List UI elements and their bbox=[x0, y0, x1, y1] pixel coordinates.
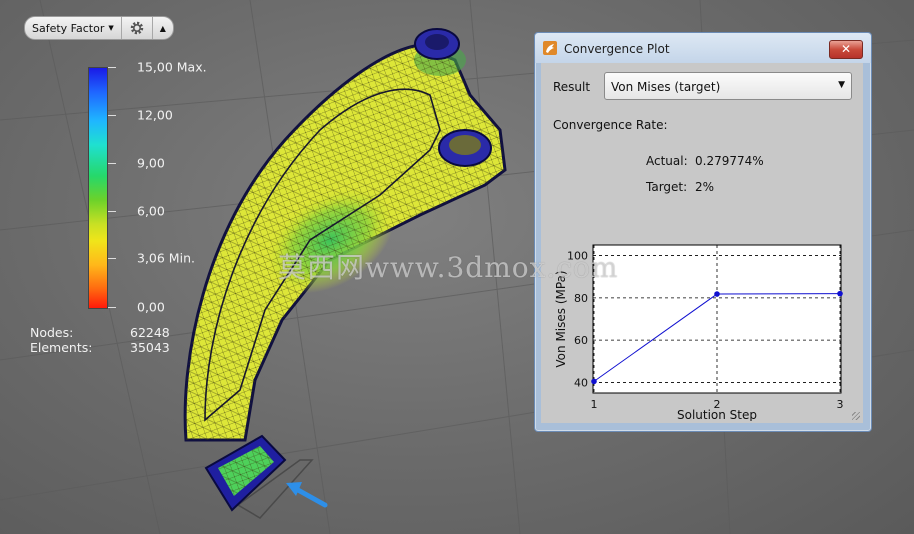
legend-tick bbox=[108, 67, 116, 68]
legend-value-label: 6,00 bbox=[137, 203, 165, 219]
dropdown-arrow-icon: ▼ bbox=[108, 24, 114, 32]
x-tick-label: 3 bbox=[837, 398, 844, 411]
target-value: 2% bbox=[695, 180, 715, 194]
result-type-label: Safety Factor bbox=[32, 21, 105, 35]
y-tick-label: 60 bbox=[574, 334, 588, 347]
data-point bbox=[714, 291, 720, 297]
dialog-title: Convergence Plot bbox=[564, 42, 670, 56]
y-tick-label: 80 bbox=[574, 292, 588, 305]
target-label: Target: bbox=[646, 180, 688, 194]
x-tick-label: 1 bbox=[591, 398, 598, 411]
dialog-content: Result Von Mises (target) ▼ Convergence … bbox=[541, 63, 863, 423]
data-point bbox=[837, 290, 843, 297]
legend-value-label: 0,00 bbox=[137, 299, 165, 315]
x-axis-label: Solution Step bbox=[677, 408, 757, 421]
nodes-value: 62248 bbox=[130, 325, 170, 340]
actual-label: Actual: bbox=[646, 154, 688, 168]
collapse-button[interactable]: ▲ bbox=[153, 17, 173, 39]
color-legend-bar bbox=[88, 67, 108, 309]
result-select[interactable]: Von Mises (target) ▼ bbox=[604, 72, 852, 100]
result-select-value: Von Mises (target) bbox=[611, 80, 721, 94]
triangle-up-icon: ▲ bbox=[159, 23, 166, 33]
load-arrow[interactable] bbox=[286, 482, 328, 508]
dialog-titlebar[interactable]: Convergence Plot ✕ bbox=[535, 33, 871, 63]
result-type-dropdown[interactable]: Safety Factor ▼ bbox=[25, 17, 122, 39]
convergence-plot-dialog[interactable]: Convergence Plot ✕ Result Von Mises (tar… bbox=[534, 32, 872, 432]
result-toolbar: Safety Factor ▼ ▲ bbox=[24, 16, 174, 40]
legend-tick bbox=[108, 163, 116, 164]
result-label: Result bbox=[553, 80, 591, 94]
convergence-rate-label: Convergence Rate: bbox=[553, 118, 668, 132]
elements-value: 35043 bbox=[130, 340, 170, 355]
legend-tick bbox=[108, 211, 116, 212]
legend-tick bbox=[108, 115, 116, 116]
y-tick-label: 40 bbox=[574, 376, 588, 389]
mesh-stats: Nodes: 62248 Elements: 35043 bbox=[30, 325, 170, 355]
legend-value-label: 9,00 bbox=[137, 155, 165, 171]
legend-tick bbox=[108, 307, 116, 308]
legend-tick bbox=[108, 258, 116, 259]
data-point bbox=[591, 378, 597, 385]
watermark-text: 莫西网www.3dmox.com bbox=[278, 251, 619, 284]
chevron-down-icon: ▼ bbox=[838, 80, 845, 90]
app-icon bbox=[543, 41, 557, 55]
legend-value-label: 15,00 Max. bbox=[137, 59, 207, 75]
close-button[interactable]: ✕ bbox=[829, 40, 863, 59]
resize-grip[interactable] bbox=[852, 412, 860, 420]
elements-label: Elements: bbox=[30, 340, 93, 355]
actual-value: 0.279774% bbox=[695, 154, 764, 168]
legend-value-label: 12,00 bbox=[137, 107, 173, 123]
gear-icon bbox=[130, 21, 143, 35]
nodes-label: Nodes: bbox=[30, 325, 74, 340]
settings-button[interactable] bbox=[122, 17, 153, 39]
legend-value-label: 3,06 Min. bbox=[137, 250, 195, 266]
